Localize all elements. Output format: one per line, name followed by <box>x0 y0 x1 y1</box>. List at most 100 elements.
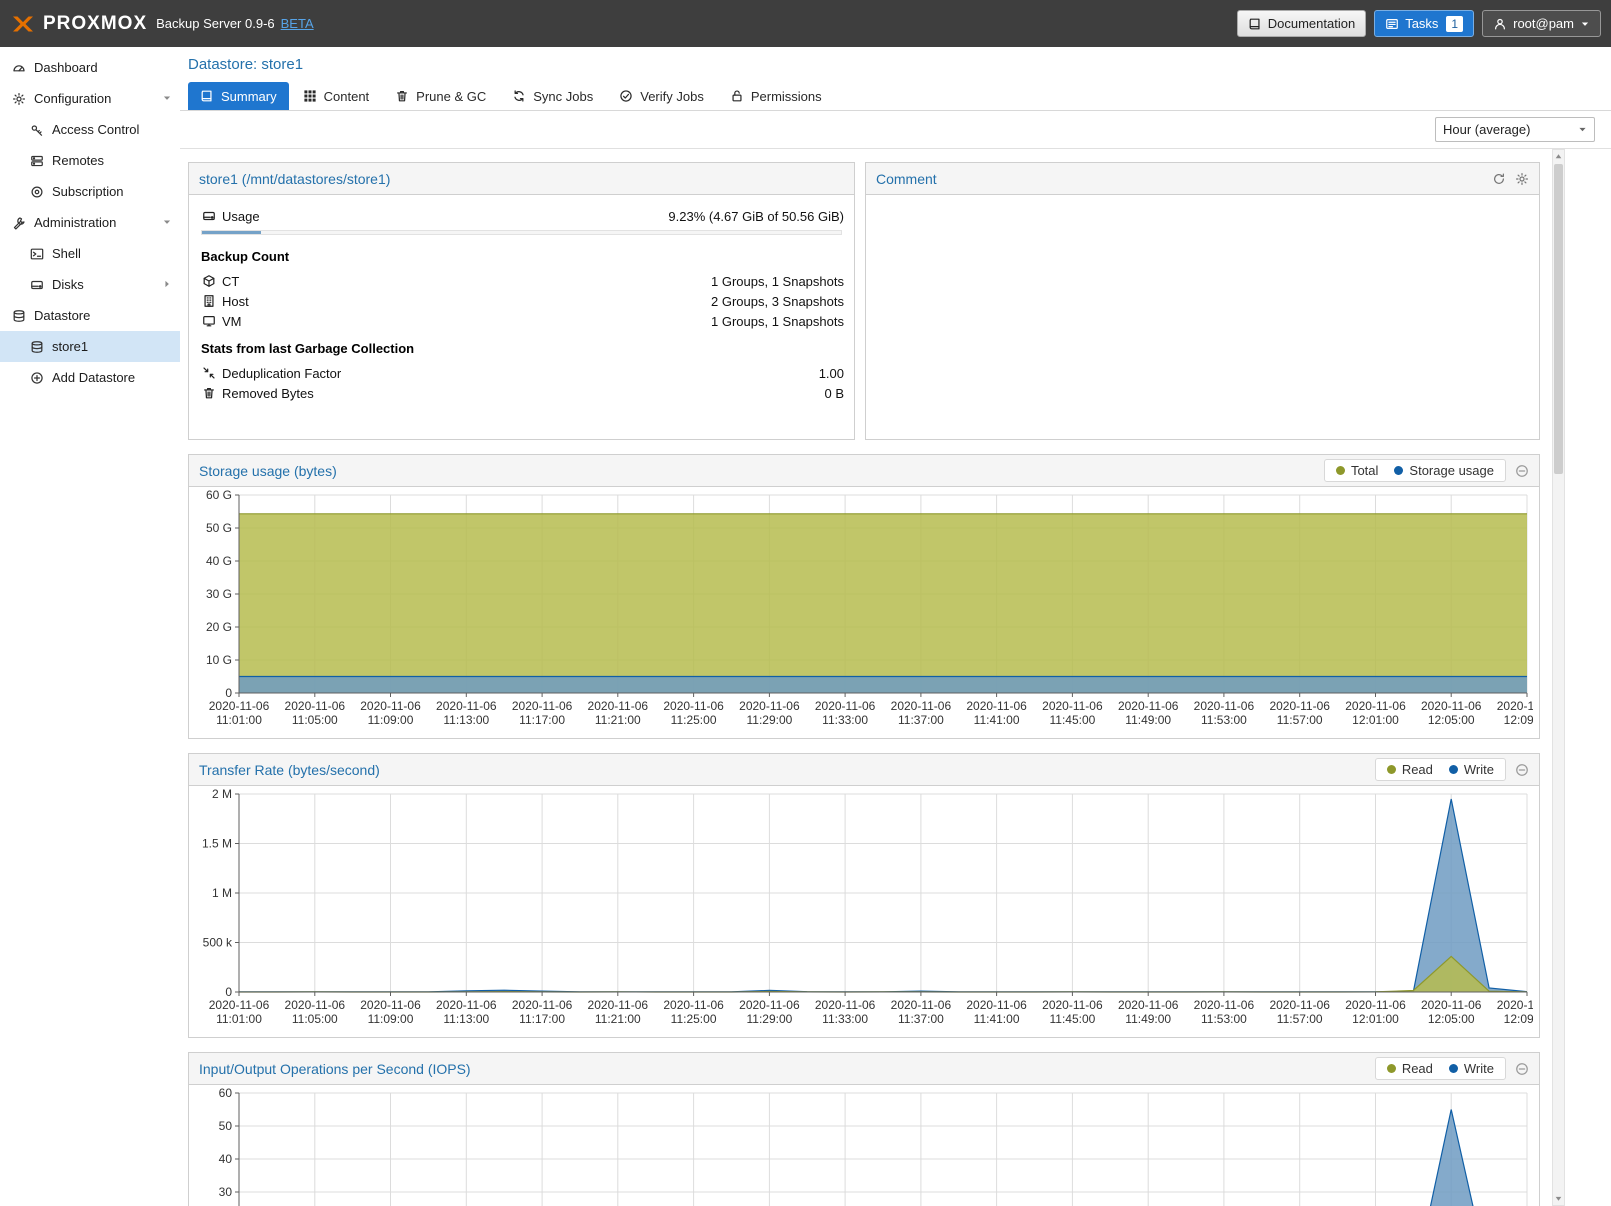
tab-permissions[interactable]: Permissions <box>718 82 834 110</box>
tab-label: Permissions <box>751 89 822 104</box>
sidebar-item-dashboard[interactable]: Dashboard <box>0 52 180 83</box>
caret-down-icon[interactable] <box>162 91 172 106</box>
tasks-button[interactable]: Tasks 1 <box>1374 10 1474 37</box>
svg-text:50: 50 <box>219 1119 233 1133</box>
svg-text:10 G: 10 G <box>206 653 232 667</box>
tab-prune-gc[interactable]: Prune & GC <box>383 82 498 110</box>
svg-text:11:45:00: 11:45:00 <box>1049 1012 1095 1026</box>
gears-icon <box>10 92 27 106</box>
sidebar-item-add-datastore[interactable]: Add Datastore <box>0 362 180 393</box>
legend-item-total[interactable]: Total <box>1336 463 1378 478</box>
scrollbar-thumb[interactable] <box>1554 164 1563 474</box>
content-scroll-area: store1 (/mnt/datastores/store1) Usage 9.… <box>180 149 1552 1206</box>
legend-item-write[interactable]: Write <box>1449 762 1494 777</box>
stat-row-ct: CT1 Groups, 1 Snapshots <box>199 271 844 291</box>
sidebar-item-access-control[interactable]: Access Control <box>0 114 180 145</box>
svg-text:11:53:00: 11:53:00 <box>1201 713 1247 727</box>
tab-label: Summary <box>221 89 277 104</box>
svg-text:2020-11-06: 2020-11-06 <box>891 699 952 713</box>
scroll-up-icon[interactable] <box>1553 150 1564 163</box>
caret-down-icon[interactable] <box>162 215 172 230</box>
legend-item-storage-usage[interactable]: Storage usage <box>1394 463 1494 478</box>
collapse-icon[interactable] <box>1515 1062 1529 1076</box>
user-menu-button[interactable]: root@pam <box>1482 10 1601 37</box>
legend-label: Total <box>1351 463 1378 478</box>
legend-dot <box>1387 765 1396 774</box>
tab-content[interactable]: Content <box>291 82 382 110</box>
legend-item-write[interactable]: Write <box>1449 1061 1494 1076</box>
svg-text:2020-11-06: 2020-11-06 <box>966 998 1027 1012</box>
beta-link[interactable]: BETA <box>281 16 314 31</box>
stat-row-vm: VM1 Groups, 1 Snapshots <box>199 311 844 331</box>
panel-title: store1 (/mnt/datastores/store1) <box>199 171 390 187</box>
legend-label: Read <box>1402 762 1433 777</box>
svg-text:11:49:00: 11:49:00 <box>1125 1012 1171 1026</box>
sidebar-item-remotes[interactable]: Remotes <box>0 145 180 176</box>
svg-text:0: 0 <box>225 686 232 700</box>
svg-text:11:09:00: 11:09:00 <box>368 713 414 727</box>
stat-label: Removed Bytes <box>222 386 314 401</box>
svg-text:2020-11-06: 2020-11-06 <box>966 699 1027 713</box>
svg-text:11:01:00: 11:01:00 <box>216 1012 262 1026</box>
svg-text:2020-11-06: 2020-11-06 <box>1042 998 1103 1012</box>
stat-row-removed-bytes: Removed Bytes0 B <box>199 383 844 403</box>
vertical-scrollbar[interactable] <box>1552 149 1565 1206</box>
subscription-icon <box>28 185 45 199</box>
collapse-icon[interactable] <box>1515 763 1529 777</box>
caret-right-icon[interactable] <box>162 277 172 292</box>
storage-usage-panel: Storage usage (bytes)TotalStorage usage0… <box>188 454 1540 739</box>
legend-item-read[interactable]: Read <box>1387 762 1433 777</box>
svg-text:2020-11-06: 2020-11-06 <box>1118 998 1179 1012</box>
tab-verify-jobs[interactable]: Verify Jobs <box>607 82 716 110</box>
svg-text:11:05:00: 11:05:00 <box>292 1012 338 1026</box>
sidebar-item-disks[interactable]: Disks <box>0 269 180 300</box>
datastore-summary-body: Usage 9.23% (4.67 GiB of 50.56 GiB) Back… <box>189 195 854 411</box>
svg-text:11:57:00: 11:57:00 <box>1277 1012 1323 1026</box>
proxmox-logo-icon <box>10 15 36 33</box>
sidebar-item-subscription[interactable]: Subscription <box>0 176 180 207</box>
svg-text:2020-11-06: 2020-11-06 <box>739 699 800 713</box>
tab-summary[interactable]: Summary <box>188 82 289 110</box>
sidebar-item-administration[interactable]: Administration <box>0 207 180 238</box>
gear-icon[interactable] <box>1515 172 1529 186</box>
svg-text:40 G: 40 G <box>206 554 232 568</box>
sidebar-item-datastore[interactable]: Datastore <box>0 300 180 331</box>
vm-icon <box>199 314 218 328</box>
sidebar-item-label: Disks <box>52 277 84 292</box>
svg-text:12:09:00: 12:09:00 <box>1504 713 1533 727</box>
legend-item-read[interactable]: Read <box>1387 1061 1433 1076</box>
gc-stats-heading: Stats from last Garbage Collection <box>199 331 844 363</box>
svg-text:50 G: 50 G <box>206 521 232 535</box>
sidebar-item-store1[interactable]: store1 <box>0 331 180 362</box>
svg-text:2020-11-06: 2020-11-06 <box>1118 699 1179 713</box>
svg-text:30 G: 30 G <box>206 587 232 601</box>
svg-text:11:53:00: 11:53:00 <box>1201 1012 1247 1026</box>
comment-body[interactable] <box>866 195 1539 439</box>
svg-text:2020-11-06: 2020-11-06 <box>1194 699 1255 713</box>
scroll-down-icon[interactable] <box>1553 1192 1564 1205</box>
sidebar-item-shell[interactable]: Shell <box>0 238 180 269</box>
tasks-label: Tasks <box>1405 16 1438 31</box>
svg-text:11:01:00: 11:01:00 <box>216 713 262 727</box>
range-select[interactable]: Hour (average) <box>1435 117 1595 142</box>
datastore-icon <box>28 340 45 354</box>
svg-text:11:45:00: 11:45:00 <box>1049 713 1095 727</box>
user-icon <box>1493 17 1507 31</box>
legend-dot <box>1387 1064 1396 1073</box>
svg-text:2020-11-06: 2020-11-06 <box>285 998 346 1012</box>
collapse-icon[interactable] <box>1515 464 1529 478</box>
svg-text:2020-11-06: 2020-11-06 <box>360 998 421 1012</box>
svg-text:40: 40 <box>219 1152 233 1166</box>
documentation-button[interactable]: Documentation <box>1237 10 1366 37</box>
legend-dot <box>1394 466 1403 475</box>
svg-text:0: 0 <box>225 985 232 999</box>
sidebar-item-label: Configuration <box>34 91 111 106</box>
tab-sync-jobs[interactable]: Sync Jobs <box>500 82 605 110</box>
stat-row-deduplication-factor: Deduplication Factor1.00 <box>199 363 844 383</box>
svg-text:60 G: 60 G <box>206 489 232 502</box>
sidebar-item-configuration[interactable]: Configuration <box>0 83 180 114</box>
stat-label: VM <box>222 314 242 329</box>
tab-label: Verify Jobs <box>640 89 704 104</box>
book-icon <box>200 89 214 103</box>
refresh-icon[interactable] <box>1492 172 1506 186</box>
